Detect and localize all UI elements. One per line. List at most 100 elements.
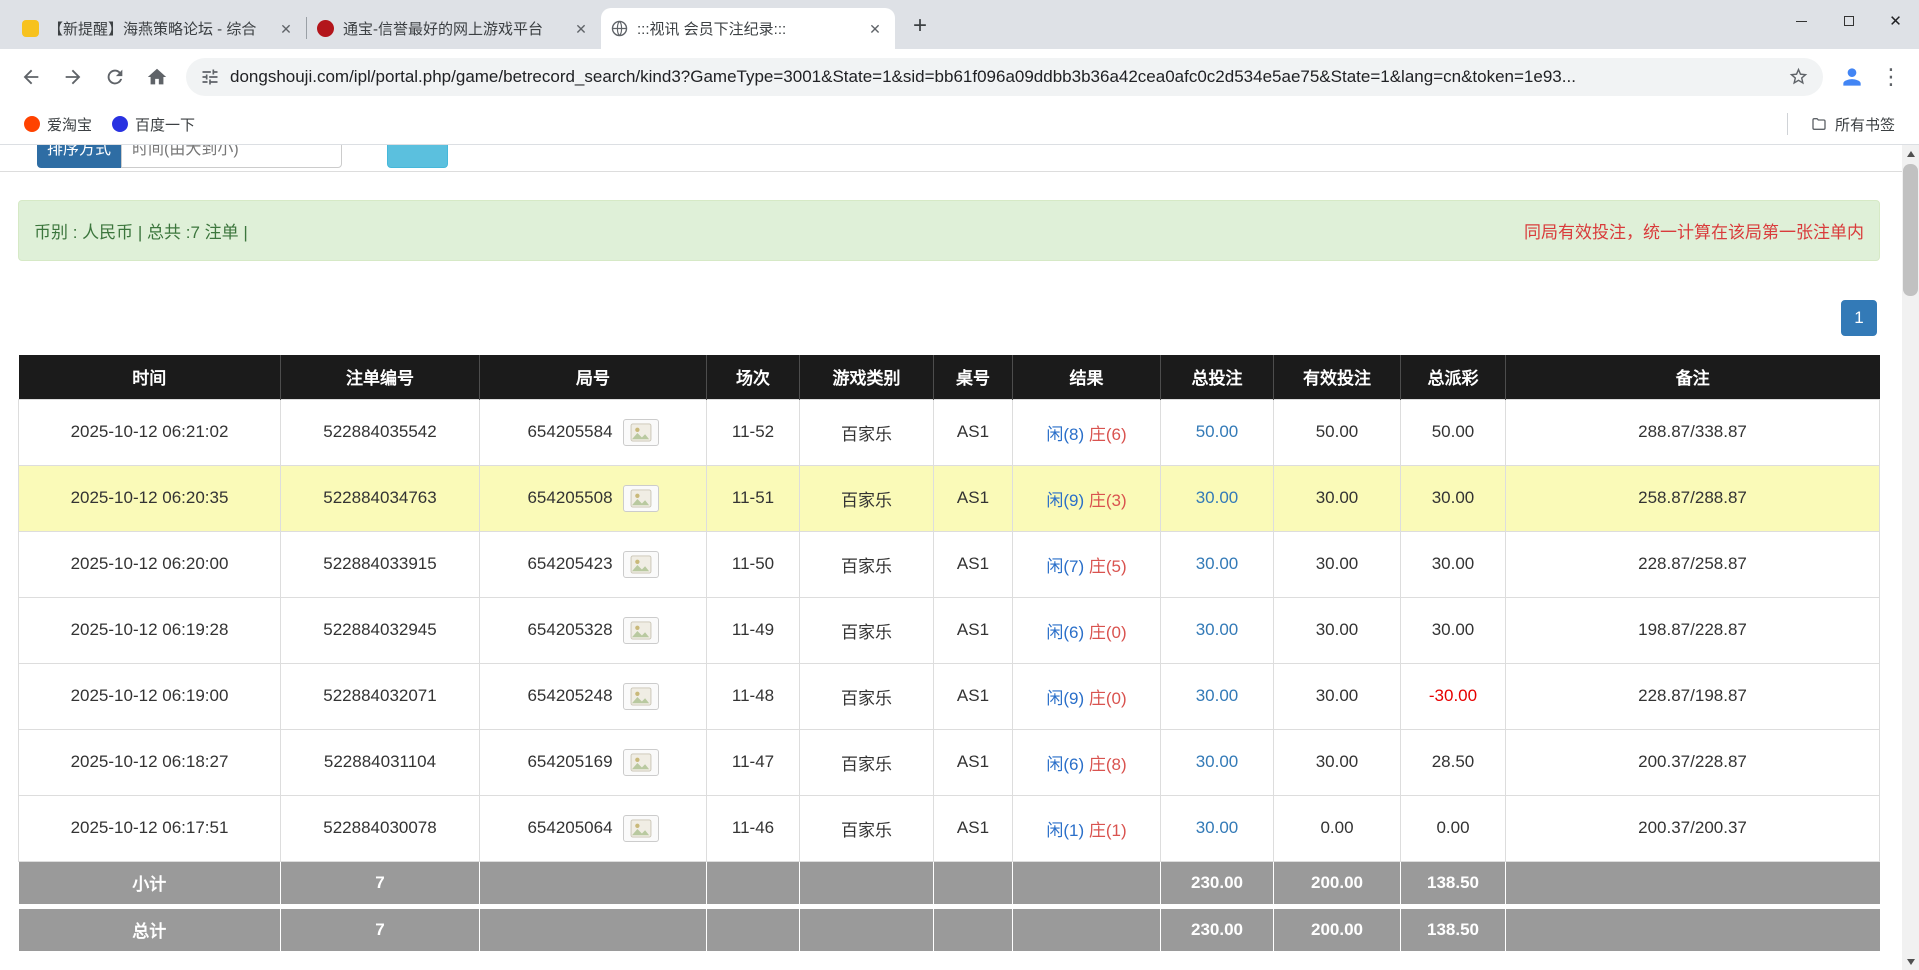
- cell-session: 11-48: [707, 663, 800, 729]
- cell-note: 200.37/228.87: [1506, 729, 1880, 795]
- tab-bet-record-active[interactable]: :::视讯 会员下注纪录::: ✕: [601, 8, 895, 49]
- cell-session: 11-49: [707, 597, 800, 663]
- cell-valid-bet: 30.00: [1274, 663, 1401, 729]
- all-bookmarks-label: 所有书签: [1835, 114, 1895, 135]
- round-media-button[interactable]: [623, 815, 659, 842]
- folder-icon: [1810, 116, 1828, 132]
- total-bet-link[interactable]: 30.00: [1196, 686, 1239, 705]
- back-button[interactable]: [10, 56, 52, 98]
- total-bet-link[interactable]: 30.00: [1196, 554, 1239, 573]
- round-media-button[interactable]: [623, 749, 659, 776]
- url-text[interactable]: dongshouji.com/ipl/portal.php/game/betre…: [230, 67, 1778, 87]
- cell-total-bet[interactable]: 30.00: [1161, 729, 1274, 795]
- home-button[interactable]: [136, 56, 178, 98]
- result-banker: 庄(5): [1089, 557, 1127, 576]
- footer-cell: [707, 861, 800, 906]
- window-close-button[interactable]: ✕: [1872, 0, 1919, 42]
- round-media-button[interactable]: [623, 485, 659, 512]
- home-icon: [146, 66, 168, 88]
- grand-total-row: 总计7230.00200.00138.50: [19, 906, 1880, 951]
- scrollbar-down-button[interactable]: [1902, 953, 1919, 970]
- cell-table-no: AS1: [934, 663, 1013, 729]
- bookmark-baidu[interactable]: 百度一下: [102, 110, 205, 139]
- cell-table-no: AS1: [934, 531, 1013, 597]
- bookmarks-separator: [1787, 113, 1788, 135]
- round-media-button[interactable]: [623, 419, 659, 446]
- footer-cell: 230.00: [1161, 906, 1274, 951]
- new-tab-button[interactable]: +: [905, 11, 935, 41]
- cell-total-bet[interactable]: 30.00: [1161, 465, 1274, 531]
- result-player: 闲(9): [1046, 491, 1084, 510]
- bookmark-star-icon[interactable]: [1788, 66, 1809, 87]
- sort-order-input[interactable]: [121, 145, 342, 168]
- round-media-button[interactable]: [623, 551, 659, 578]
- pagination-page-1-button[interactable]: 1: [1841, 300, 1877, 336]
- tab-close-icon[interactable]: ✕: [571, 19, 591, 39]
- window-minimize-button[interactable]: [1778, 0, 1825, 42]
- total-bet-link[interactable]: 50.00: [1196, 422, 1239, 441]
- cell-table-no: AS1: [934, 399, 1013, 465]
- cell-total-bet[interactable]: 30.00: [1161, 531, 1274, 597]
- tab-tongbao[interactable]: 通宝-信誉最好的网上游戏平台 ✕: [307, 8, 601, 49]
- cell-valid-bet: 30.00: [1274, 729, 1401, 795]
- cell-note: 200.37/200.37: [1506, 795, 1880, 861]
- cell-total-bet[interactable]: 30.00: [1161, 663, 1274, 729]
- scrollbar-up-button[interactable]: [1902, 145, 1919, 162]
- total-bet-link[interactable]: 30.00: [1196, 620, 1239, 639]
- forward-icon: [62, 66, 84, 88]
- round-number: 654205584: [527, 422, 612, 442]
- cell-session: 11-47: [707, 729, 800, 795]
- footer-cell: [1506, 861, 1880, 906]
- forward-button[interactable]: [52, 56, 94, 98]
- cell-table-no: AS1: [934, 729, 1013, 795]
- refresh-button[interactable]: [94, 56, 136, 98]
- cell-result: 闲(7) 庄(5): [1013, 531, 1161, 597]
- tab-close-icon[interactable]: ✕: [276, 19, 296, 39]
- footer-cell: 138.50: [1401, 906, 1506, 951]
- round-media-button[interactable]: [623, 617, 659, 644]
- site-settings-icon[interactable]: [200, 67, 220, 87]
- total-bet-link[interactable]: 30.00: [1196, 752, 1239, 771]
- cell-round: 654205328: [480, 597, 707, 663]
- all-bookmarks-button[interactable]: 所有书签: [1800, 110, 1905, 139]
- cell-table-no: AS1: [934, 597, 1013, 663]
- browser-menu-button[interactable]: ⋮: [1873, 56, 1909, 98]
- round-number: 654205423: [527, 554, 612, 574]
- total-bet-link[interactable]: 30.00: [1196, 818, 1239, 837]
- round-media-button[interactable]: [623, 683, 659, 710]
- tab-strip: 【新提醒】海燕策略论坛 - 综合 ✕ 通宝-信誉最好的网上游戏平台 ✕ :::视…: [0, 0, 1919, 49]
- cell-game-type: 百家乐: [800, 399, 934, 465]
- cell-result: 闲(1) 庄(1): [1013, 795, 1161, 861]
- main-area: 排序方式 币别 : 人民币 | 总共 :7 注单 | 同局有效投注，统一计算在该…: [0, 145, 1902, 970]
- cell-total-bet[interactable]: 50.00: [1161, 399, 1274, 465]
- cell-bet-id: 522884031104: [281, 729, 480, 795]
- cell-game-type: 百家乐: [800, 597, 934, 663]
- game-result-image-icon: [630, 423, 652, 442]
- cell-total-bet[interactable]: 30.00: [1161, 597, 1274, 663]
- payout-value: 30.00: [1432, 554, 1475, 573]
- tab-close-icon[interactable]: ✕: [865, 19, 885, 39]
- window-controls: ✕: [1778, 0, 1919, 42]
- cell-time: 2025-10-12 06:20:00: [19, 531, 281, 597]
- cell-time: 2025-10-12 06:18:27: [19, 729, 281, 795]
- cell-payout: 30.00: [1401, 465, 1506, 531]
- profile-button[interactable]: [1831, 56, 1873, 98]
- tab-forum[interactable]: 【新提醒】海燕策略论坛 - 综合 ✕: [12, 8, 306, 49]
- profile-icon: [1839, 64, 1865, 90]
- cell-valid-bet: 50.00: [1274, 399, 1401, 465]
- tab-title: 【新提醒】海燕策略论坛 - 综合: [48, 18, 267, 39]
- footer-cell: [934, 906, 1013, 951]
- search-button[interactable]: [387, 145, 448, 168]
- cell-bet-id: 522884035542: [281, 399, 480, 465]
- cell-payout: 50.00: [1401, 399, 1506, 465]
- address-bar[interactable]: dongshouji.com/ipl/portal.php/game/betre…: [186, 58, 1823, 96]
- page-scrollbar[interactable]: [1902, 145, 1919, 970]
- maximize-icon: [1844, 16, 1854, 26]
- bookmark-aitaobao[interactable]: 爱淘宝: [14, 110, 102, 139]
- total-bet-link[interactable]: 30.00: [1196, 488, 1239, 507]
- cell-total-bet[interactable]: 30.00: [1161, 795, 1274, 861]
- window-maximize-button[interactable]: [1825, 0, 1872, 42]
- cell-session: 11-52: [707, 399, 800, 465]
- taobao-icon: [24, 116, 40, 132]
- scrollbar-thumb[interactable]: [1903, 164, 1918, 296]
